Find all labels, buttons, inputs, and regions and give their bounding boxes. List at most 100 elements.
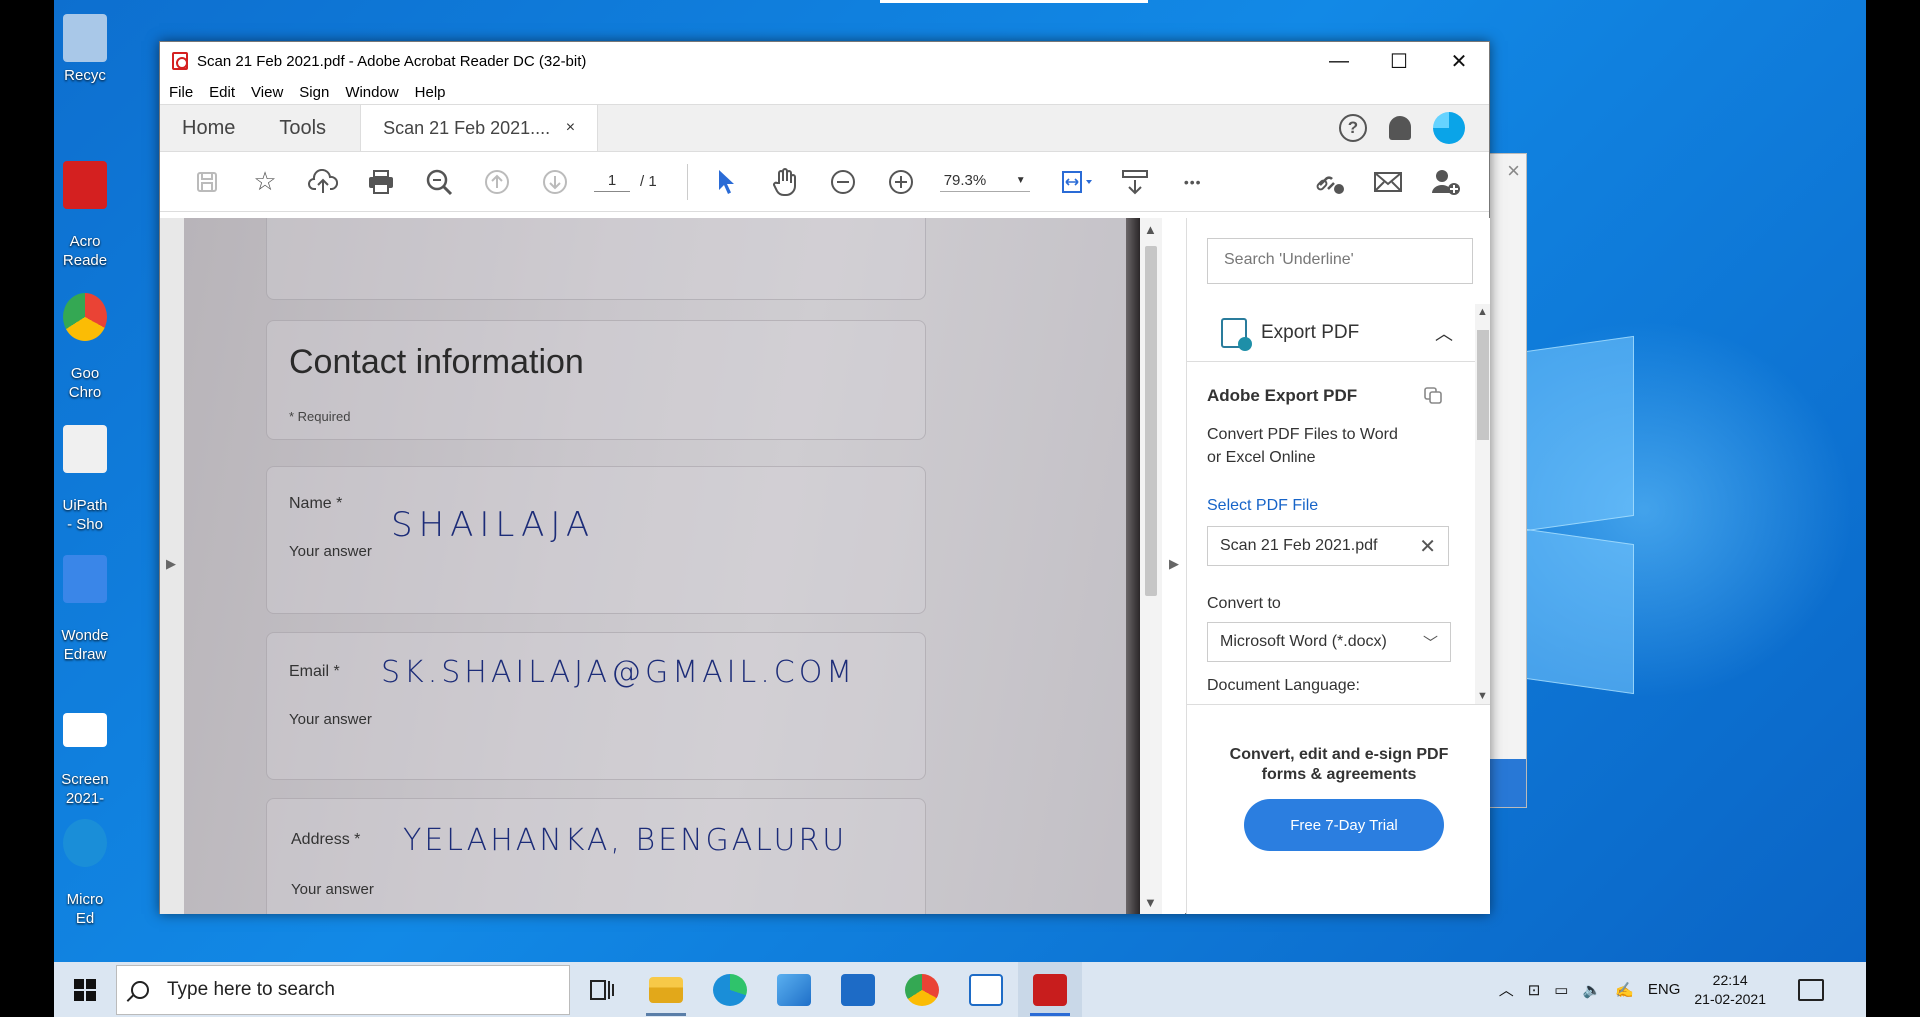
avatar[interactable] — [1433, 112, 1465, 144]
right-panel-toggle[interactable]: ▶ — [1162, 218, 1185, 914]
document-scrollbar[interactable]: ▲ ▼ — [1140, 218, 1162, 914]
meet-now-icon[interactable]: ⊡ — [1528, 981, 1541, 999]
taskbar-edge[interactable] — [698, 962, 762, 1017]
panel-scrollbar[interactable]: ▲ ▼ — [1475, 304, 1490, 704]
minimize-button[interactable]: — — [1309, 42, 1369, 80]
scroll-down-icon[interactable]: ▼ — [1144, 895, 1157, 910]
desktop-icon-label: Recyc — [64, 67, 106, 84]
add-user-icon[interactable] — [1417, 162, 1475, 202]
tools-search-input[interactable]: Search 'Underline' — [1207, 238, 1473, 284]
page-number-input[interactable]: 1 — [594, 172, 630, 192]
scroll-mode-icon[interactable] — [1106, 162, 1164, 202]
chevron-up-icon[interactable]: ︿ — [1435, 320, 1453, 346]
convert-to-dropdown[interactable]: Microsoft Word (*.docx) ﹀ — [1207, 622, 1451, 662]
image-file-icon — [63, 713, 107, 747]
desktop-icon-chrome[interactable]: Goo Chro — [54, 274, 116, 402]
menu-view[interactable]: View — [251, 84, 283, 101]
menu-file[interactable]: File — [169, 84, 193, 101]
chevron-down-icon: ﹀ — [1422, 634, 1438, 652]
acrobat-icon — [63, 161, 107, 209]
scroll-up-icon[interactable]: ▲ — [1477, 306, 1488, 318]
language-indicator[interactable]: ENG — [1648, 981, 1681, 998]
tab-tools[interactable]: Tools — [257, 105, 348, 151]
desktop-icon-label: Wonde Edraw — [61, 627, 109, 663]
answer-hint: Your answer — [291, 881, 374, 898]
email-icon[interactable] — [1359, 162, 1417, 202]
save-icon[interactable] — [178, 162, 236, 202]
select-cursor-icon[interactable] — [698, 162, 756, 202]
desktop-icon-edge[interactable]: Micro Ed — [54, 800, 116, 928]
toolbar-divider — [686, 163, 688, 200]
scanned-page: Contact information * Required Name * Yo… — [184, 218, 1140, 914]
zoom-in-icon[interactable] — [872, 162, 930, 202]
desktop-icon-recycle-bin[interactable]: Recyc — [54, 14, 116, 85]
print-icon[interactable] — [352, 162, 410, 202]
document-view[interactable]: ▶ Contact information * Required Name * … — [160, 218, 1185, 914]
start-button[interactable] — [54, 962, 116, 1017]
select-pdf-link[interactable]: Select PDF File — [1207, 497, 1318, 515]
hand-tool-icon[interactable] — [756, 162, 814, 202]
app-icon — [777, 973, 811, 1006]
page-down-icon[interactable] — [526, 162, 584, 202]
close-icon[interactable]: × — [1507, 158, 1520, 184]
maximize-button[interactable]: ☐ — [1369, 42, 1429, 80]
share-link-icon[interactable] — [1301, 162, 1359, 202]
scrollbar-thumb[interactable] — [1145, 246, 1157, 596]
fit-page-icon[interactable] — [1048, 162, 1106, 202]
edraw-icon — [63, 555, 107, 603]
remove-file-icon[interactable]: ✕ — [1419, 534, 1436, 559]
left-panel-toggle-icon[interactable]: ▶ — [166, 556, 176, 572]
tab-close-icon[interactable]: × — [566, 119, 575, 137]
task-view-button[interactable] — [570, 962, 634, 1017]
desktop-icon-acrobat[interactable]: Acro Reade — [54, 142, 116, 270]
taskbar-visual-studio[interactable] — [826, 962, 890, 1017]
desktop-icon-screenshot[interactable]: Screen 2021- — [54, 694, 116, 808]
menu-window[interactable]: Window — [345, 84, 398, 101]
scrollbar-thumb[interactable] — [1477, 330, 1489, 440]
desktop: Recyc Acro Reade Goo Chro UiPath - Sho W… — [54, 0, 1866, 1017]
volume-icon[interactable]: 🔈 — [1582, 981, 1601, 999]
menu-bar: File Edit View Sign Window Help — [160, 80, 1489, 104]
running-indicator — [646, 1013, 686, 1016]
battery-icon[interactable]: ▭ — [1554, 981, 1568, 999]
close-window-button[interactable]: ✕ — [1429, 42, 1489, 80]
chevron-down-icon: ▼ — [1015, 174, 1026, 186]
copy-icon[interactable] — [1423, 386, 1443, 404]
taskbar-file-explorer[interactable] — [634, 962, 698, 1017]
zoom-dropdown[interactable]: 79.3% ▼ — [939, 172, 1030, 192]
tab-document[interactable]: Scan 21 Feb 2021.... × — [360, 105, 599, 151]
taskbar-tools-app[interactable] — [762, 962, 826, 1017]
window-title: Scan 21 Feb 2021.pdf - Adobe Acrobat Rea… — [197, 52, 587, 70]
taskbar-chrome[interactable] — [890, 962, 954, 1017]
pen-icon[interactable]: ✍ — [1615, 981, 1634, 999]
menu-edit[interactable]: Edit — [209, 84, 235, 101]
find-zoom-icon[interactable] — [410, 162, 468, 202]
chevron-up-icon[interactable]: ︿ — [1499, 979, 1514, 1000]
scroll-up-icon[interactable]: ▲ — [1144, 222, 1157, 237]
scroll-down-icon[interactable]: ▼ — [1477, 690, 1488, 702]
taskbar-visual-studio-2[interactable] — [954, 962, 1018, 1017]
upload-cloud-icon[interactable] — [294, 162, 352, 202]
tab-home[interactable]: Home — [160, 105, 257, 151]
vs-icon — [969, 973, 1003, 1006]
desktop-icon-uipath[interactable]: UiPath - Sho — [54, 406, 116, 534]
page-up-icon[interactable] — [468, 162, 526, 202]
menu-sign[interactable]: Sign — [299, 84, 329, 101]
tools-pane: Search 'Underline' Export PDF ︿ ▲ ▼ Adob… — [1186, 218, 1490, 914]
clock[interactable]: 22:14 21-02-2021 — [1694, 971, 1766, 1009]
handwritten-answer: SK.SHAILAJA@GMAIL.COM — [381, 655, 857, 690]
taskbar-acrobat[interactable] — [1018, 962, 1082, 1017]
bookmark-star-icon[interactable]: ☆ — [236, 162, 294, 202]
notification-icon[interactable] — [1798, 978, 1824, 1001]
file-icon — [63, 425, 107, 473]
bell-icon[interactable] — [1389, 116, 1411, 140]
more-tools-icon[interactable]: ••• — [1164, 162, 1222, 202]
free-trial-button[interactable]: Free 7-Day Trial — [1244, 799, 1444, 851]
desktop-icon-edraw[interactable]: Wonde Edraw — [54, 536, 116, 664]
export-pdf-header[interactable]: Export PDF ︿ — [1187, 304, 1475, 362]
help-icon[interactable]: ? — [1339, 114, 1367, 142]
zoom-out-icon[interactable] — [814, 162, 872, 202]
desktop-icon-label: UiPath - Sho — [62, 497, 108, 533]
menu-help[interactable]: Help — [415, 84, 446, 101]
taskbar-search-box[interactable]: Type here to search — [116, 964, 570, 1015]
